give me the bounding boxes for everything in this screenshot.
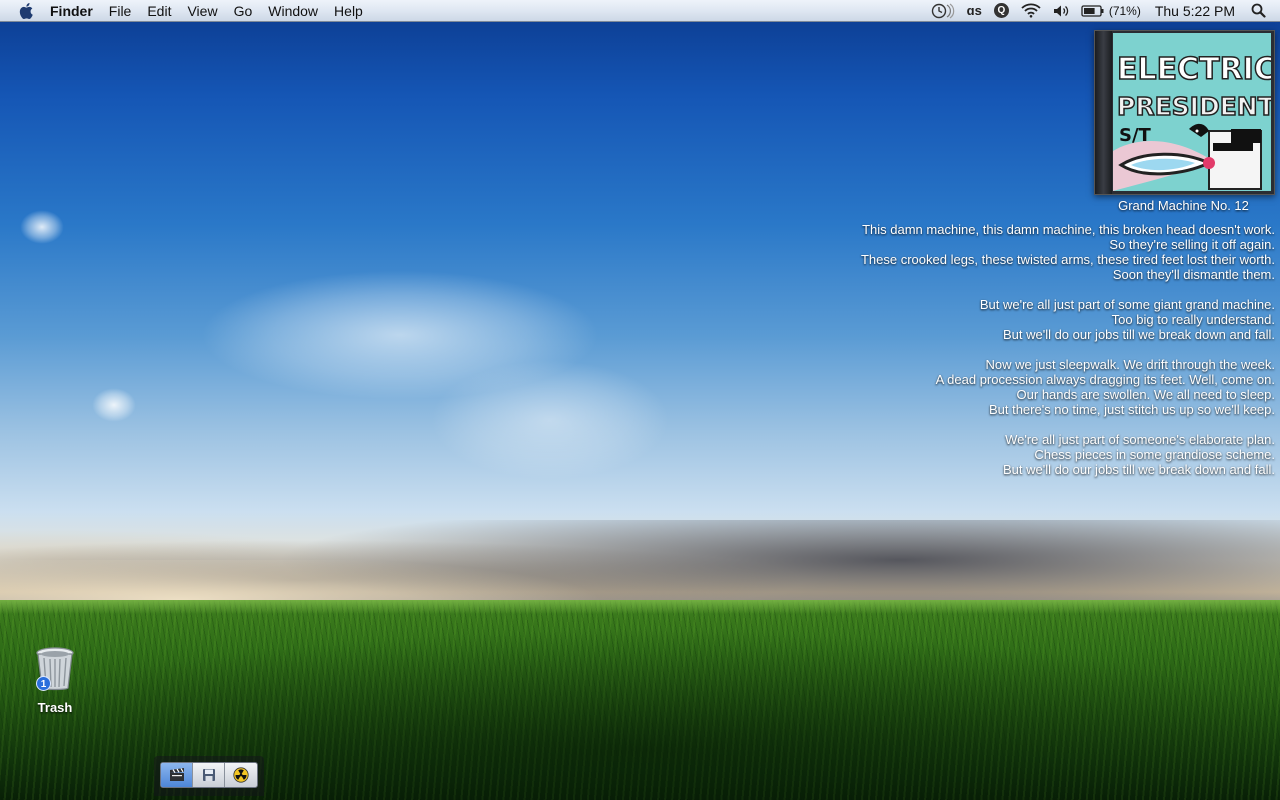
- lastfm-icon[interactable]: ɑs: [967, 0, 982, 22]
- lyrics-stanza: We're all just part of someone's elabora…: [755, 432, 1275, 477]
- cover-text-president: PRESIDENT: [1117, 92, 1271, 121]
- lyric-line: A dead procession always dragging its fe…: [935, 372, 1275, 387]
- quicksilver-label: Q: [993, 3, 1009, 18]
- lyric-line: Our hands are swollen. We all need to sl…: [1016, 387, 1275, 402]
- radiation-icon[interactable]: [225, 763, 257, 787]
- menu-view[interactable]: View: [179, 0, 225, 22]
- sky-cloud: [92, 388, 136, 422]
- trash-count-badge: 1: [36, 676, 51, 691]
- lyrics-stanza: But we're all just part of some giant gr…: [755, 297, 1275, 342]
- album-cover: ELECTRIC PRESIDENT S/T: [1113, 33, 1271, 191]
- sky-cloud: [20, 210, 64, 244]
- dock: [154, 756, 264, 796]
- clapperboard-icon[interactable]: [161, 763, 193, 787]
- menu-edit[interactable]: Edit: [139, 0, 179, 22]
- menu-go[interactable]: Go: [226, 0, 261, 22]
- menu-bar-clock[interactable]: Thu 5:22 PM: [1155, 3, 1235, 19]
- lyric-line: But there's no time, just stitch us up s…: [988, 402, 1275, 417]
- battery-level-fill: [1083, 7, 1095, 14]
- volume-icon[interactable]: [1053, 0, 1069, 22]
- menu-bar-left: Finder File Edit View Go Window Help: [0, 0, 371, 22]
- trash-icon[interactable]: 1: [33, 646, 77, 692]
- wifi-icon[interactable]: [1021, 0, 1041, 22]
- lyric-line: So they're selling it off again.: [1109, 237, 1275, 252]
- lyric-line: Chess pieces in some grandiose scheme.: [1034, 447, 1275, 462]
- menu-bar: Finder File Edit View Go Window Help ɑs …: [0, 0, 1280, 22]
- lyric-line: These crooked legs, these twisted arms, …: [860, 252, 1275, 267]
- lyric-line: But we'll do our jobs till we break down…: [1002, 462, 1275, 477]
- cover-text-st: S/T: [1119, 125, 1152, 146]
- battery-percent: (71%): [1108, 3, 1141, 18]
- album-artwork-widget[interactable]: ELECTRIC PRESIDENT S/T: [1094, 30, 1275, 195]
- app-menu-finder[interactable]: Finder: [50, 0, 101, 22]
- spotlight-icon[interactable]: [1251, 0, 1266, 22]
- battery-icon[interactable]: [1081, 0, 1105, 22]
- time-machine-icon[interactable]: [931, 0, 955, 22]
- menu-file[interactable]: File: [101, 0, 140, 22]
- lyrics-stanza: Now we just sleepwalk. We drift through …: [755, 357, 1275, 417]
- lyrics-stanza: This damn machine, this damn machine, th…: [755, 222, 1275, 282]
- menu-help[interactable]: Help: [326, 0, 371, 22]
- cover-text-electric: ELECTRIC: [1117, 52, 1271, 87]
- lyrics-panel: This damn machine, this damn machine, th…: [755, 222, 1275, 492]
- trash-label: Trash: [37, 700, 73, 715]
- save-icon[interactable]: [193, 763, 225, 787]
- lyric-line: But we'll do our jobs till we break down…: [1002, 327, 1275, 342]
- sky-cloud: [430, 360, 670, 480]
- lyric-line: Soon they'll dismantle them.: [1112, 267, 1275, 282]
- lyric-line: Too big to really understand.: [1111, 312, 1275, 327]
- track-title: Grand Machine No. 12: [1118, 198, 1249, 213]
- apple-menu-icon[interactable]: [18, 1, 36, 21]
- desktop[interactable]: Finder File Edit View Go Window Help ɑs …: [0, 0, 1280, 800]
- menu-bar-status: ɑs Q (71%) Thu 5:22 PM: [925, 0, 1280, 22]
- sky-cloud: [200, 270, 600, 400]
- cd-case-spine: [1095, 31, 1112, 194]
- quicksilver-icon[interactable]: Q: [993, 0, 1009, 22]
- lyric-line: This damn machine, this damn machine, th…: [862, 222, 1275, 237]
- lyric-line: We're all just part of someone's elabora…: [1005, 432, 1275, 447]
- lyric-line: Now we just sleepwalk. We drift through …: [985, 357, 1275, 372]
- lyric-line: But we're all just part of some giant gr…: [979, 297, 1275, 312]
- dock-tray: [160, 762, 258, 788]
- trash-desktop-item[interactable]: 1 Trash: [26, 646, 84, 715]
- menu-window[interactable]: Window: [260, 0, 326, 22]
